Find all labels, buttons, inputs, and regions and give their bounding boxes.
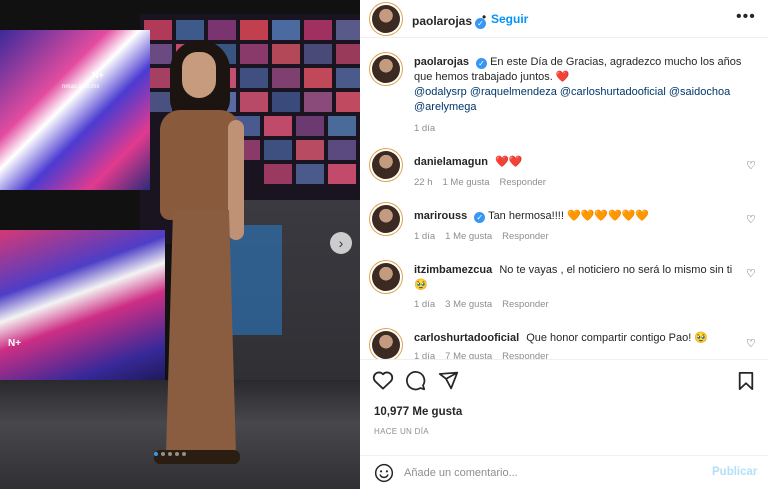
comment-username[interactable]: danielamagun	[414, 156, 488, 168]
comment-text: itzimbamezcua No te vayas , el noticiero…	[414, 263, 744, 293]
comment-avatar[interactable]	[372, 205, 400, 233]
author-avatar[interactable]	[372, 5, 400, 33]
post-sidebar: paolarojas ✓ • Seguir ••• paolarojas ✓ En …	[360, 0, 768, 489]
comment-body: Tan hermosa!!!!	[488, 210, 564, 222]
comment-meta: 1 día 3 Me gusta Responder	[414, 299, 549, 310]
likes-count[interactable]: 10,977 Me gusta	[374, 406, 462, 418]
comment-composer: Publicar	[360, 455, 768, 489]
carousel-dot	[182, 452, 186, 456]
carousel-dot	[175, 452, 179, 456]
presenter	[150, 40, 250, 470]
post-photo[interactable]: nmas.com.mx N+ N+ ›	[0, 0, 360, 489]
comment-likes[interactable]: 7 Me gusta	[445, 351, 492, 359]
overlay-logo-lower: N+	[8, 338, 22, 349]
smiley-icon[interactable]	[374, 463, 394, 488]
separator-dot: •	[482, 10, 487, 24]
comment-time: 1 día	[414, 299, 436, 310]
publish-button[interactable]: Publicar	[712, 466, 757, 478]
comment-time: 22 h	[414, 177, 433, 188]
lower-graphic-screen	[0, 230, 165, 390]
reply-button[interactable]: Responder	[502, 351, 548, 359]
verified-badge-icon: ✓	[476, 58, 488, 69]
mention-link[interactable]: @odalysrp	[414, 86, 467, 98]
comment-like-heart-icon[interactable]: ♡	[746, 337, 756, 350]
carousel-dots	[154, 452, 186, 456]
comment-likes[interactable]: 3 Me gusta	[445, 299, 492, 310]
studio-scene: nmas.com.mx N+ N+	[0, 0, 360, 489]
presenter-face	[182, 52, 216, 98]
paper-plane-icon[interactable]	[438, 370, 459, 396]
caption-heart-emoji: ❤️	[555, 71, 570, 83]
comment-like-heart-icon[interactable]: ♡	[746, 213, 756, 226]
comment-meta: 1 día 7 Me gusta Responder	[414, 351, 549, 359]
comment-time: 1 día	[414, 231, 436, 242]
presenter-pants	[166, 210, 236, 455]
caption-avatar[interactable]	[372, 55, 400, 83]
comment-text: carloshurtadooficial Que honor compartir…	[414, 331, 744, 346]
mention-link[interactable]: @saidochoa	[669, 86, 730, 98]
caption-meta: 1 día	[414, 123, 435, 134]
bookmark-icon[interactable]	[737, 371, 755, 396]
comment-username[interactable]: marirouss	[414, 210, 467, 222]
post-actions: 10,977 Me gusta HACE UN DÍA	[360, 359, 768, 457]
author-name-row: paolarojas ✓	[412, 12, 487, 30]
mention-link[interactable]: @carloshurtadooficial	[560, 86, 666, 98]
post-header: paolarojas ✓ • Seguir •••	[360, 0, 768, 38]
overlay-url: nmas.com.mx	[62, 84, 100, 90]
carousel-next-button[interactable]: ›	[330, 232, 352, 254]
comment-username[interactable]: carloshurtadooficial	[414, 332, 519, 344]
carousel-dot	[168, 452, 172, 456]
comment-body: Que honor compartir contigo Pao!	[526, 332, 692, 344]
comment-avatar[interactable]	[372, 331, 400, 359]
reply-button[interactable]: Responder	[500, 177, 546, 188]
post-time: HACE UN DÍA	[374, 427, 429, 436]
comment-emoji: 🥹	[414, 279, 428, 291]
heart-icon[interactable]	[372, 370, 394, 395]
reply-button[interactable]: Responder	[502, 299, 548, 310]
comment-likes[interactable]: 1 Me gusta	[443, 177, 490, 188]
comment-emoji: ❤️❤️	[495, 156, 523, 168]
comment-like-heart-icon[interactable]: ♡	[746, 159, 756, 172]
overlay-logo: N+	[92, 70, 104, 80]
carousel-dot	[161, 452, 165, 456]
left-graphic-screen	[0, 30, 150, 190]
comment-body: No te vayas , el noticiero no será lo mi…	[499, 264, 733, 276]
verified-badge-icon: ✓	[474, 212, 486, 223]
comment-meta: 1 día 1 Me gusta Responder	[414, 231, 549, 242]
comment-like-heart-icon[interactable]: ♡	[746, 267, 756, 280]
comment-bubble-icon[interactable]	[405, 370, 426, 396]
comment-text: marirouss ✓ Tan hermosa!!!! 🧡🧡🧡🧡🧡🧡	[414, 209, 744, 224]
comment-input[interactable]	[404, 462, 704, 484]
author-username[interactable]: paolarojas	[412, 14, 472, 28]
comment-meta: 22 h 1 Me gusta Responder	[414, 177, 546, 188]
chevron-right-icon: ›	[338, 235, 344, 251]
mention-link[interactable]: @raquelmendeza	[470, 86, 557, 98]
reply-button[interactable]: Responder	[502, 231, 548, 242]
comments-list[interactable]: paolarojas ✓ En este Día de Gracias, agra…	[360, 39, 768, 359]
presenter-arm	[228, 120, 244, 240]
mention-link[interactable]: @arelymega	[414, 101, 477, 113]
comment-text: danielamagun ❤️❤️	[414, 155, 744, 170]
follow-button[interactable]: Seguir	[491, 12, 528, 26]
caption-username[interactable]: paolarojas	[414, 56, 469, 68]
comment-emoji: 🥹	[694, 332, 709, 344]
carousel-dot	[154, 452, 158, 456]
caption-mentions: @odalysrp @raquelmendeza @carloshurtadoo…	[414, 86, 730, 113]
comment-username[interactable]: itzimbamezcua	[414, 264, 492, 276]
comment-avatar[interactable]	[372, 263, 400, 291]
comment-likes[interactable]: 1 Me gusta	[445, 231, 492, 242]
caption-time: 1 día	[414, 123, 436, 134]
more-options-icon[interactable]: •••	[736, 8, 756, 26]
comment-emoji: 🧡🧡🧡🧡🧡🧡	[566, 210, 650, 222]
comment-time: 1 día	[414, 351, 436, 359]
comment-avatar[interactable]	[372, 151, 400, 179]
caption-text: paolarojas ✓ En este Día de Gracias, agra…	[414, 55, 744, 115]
